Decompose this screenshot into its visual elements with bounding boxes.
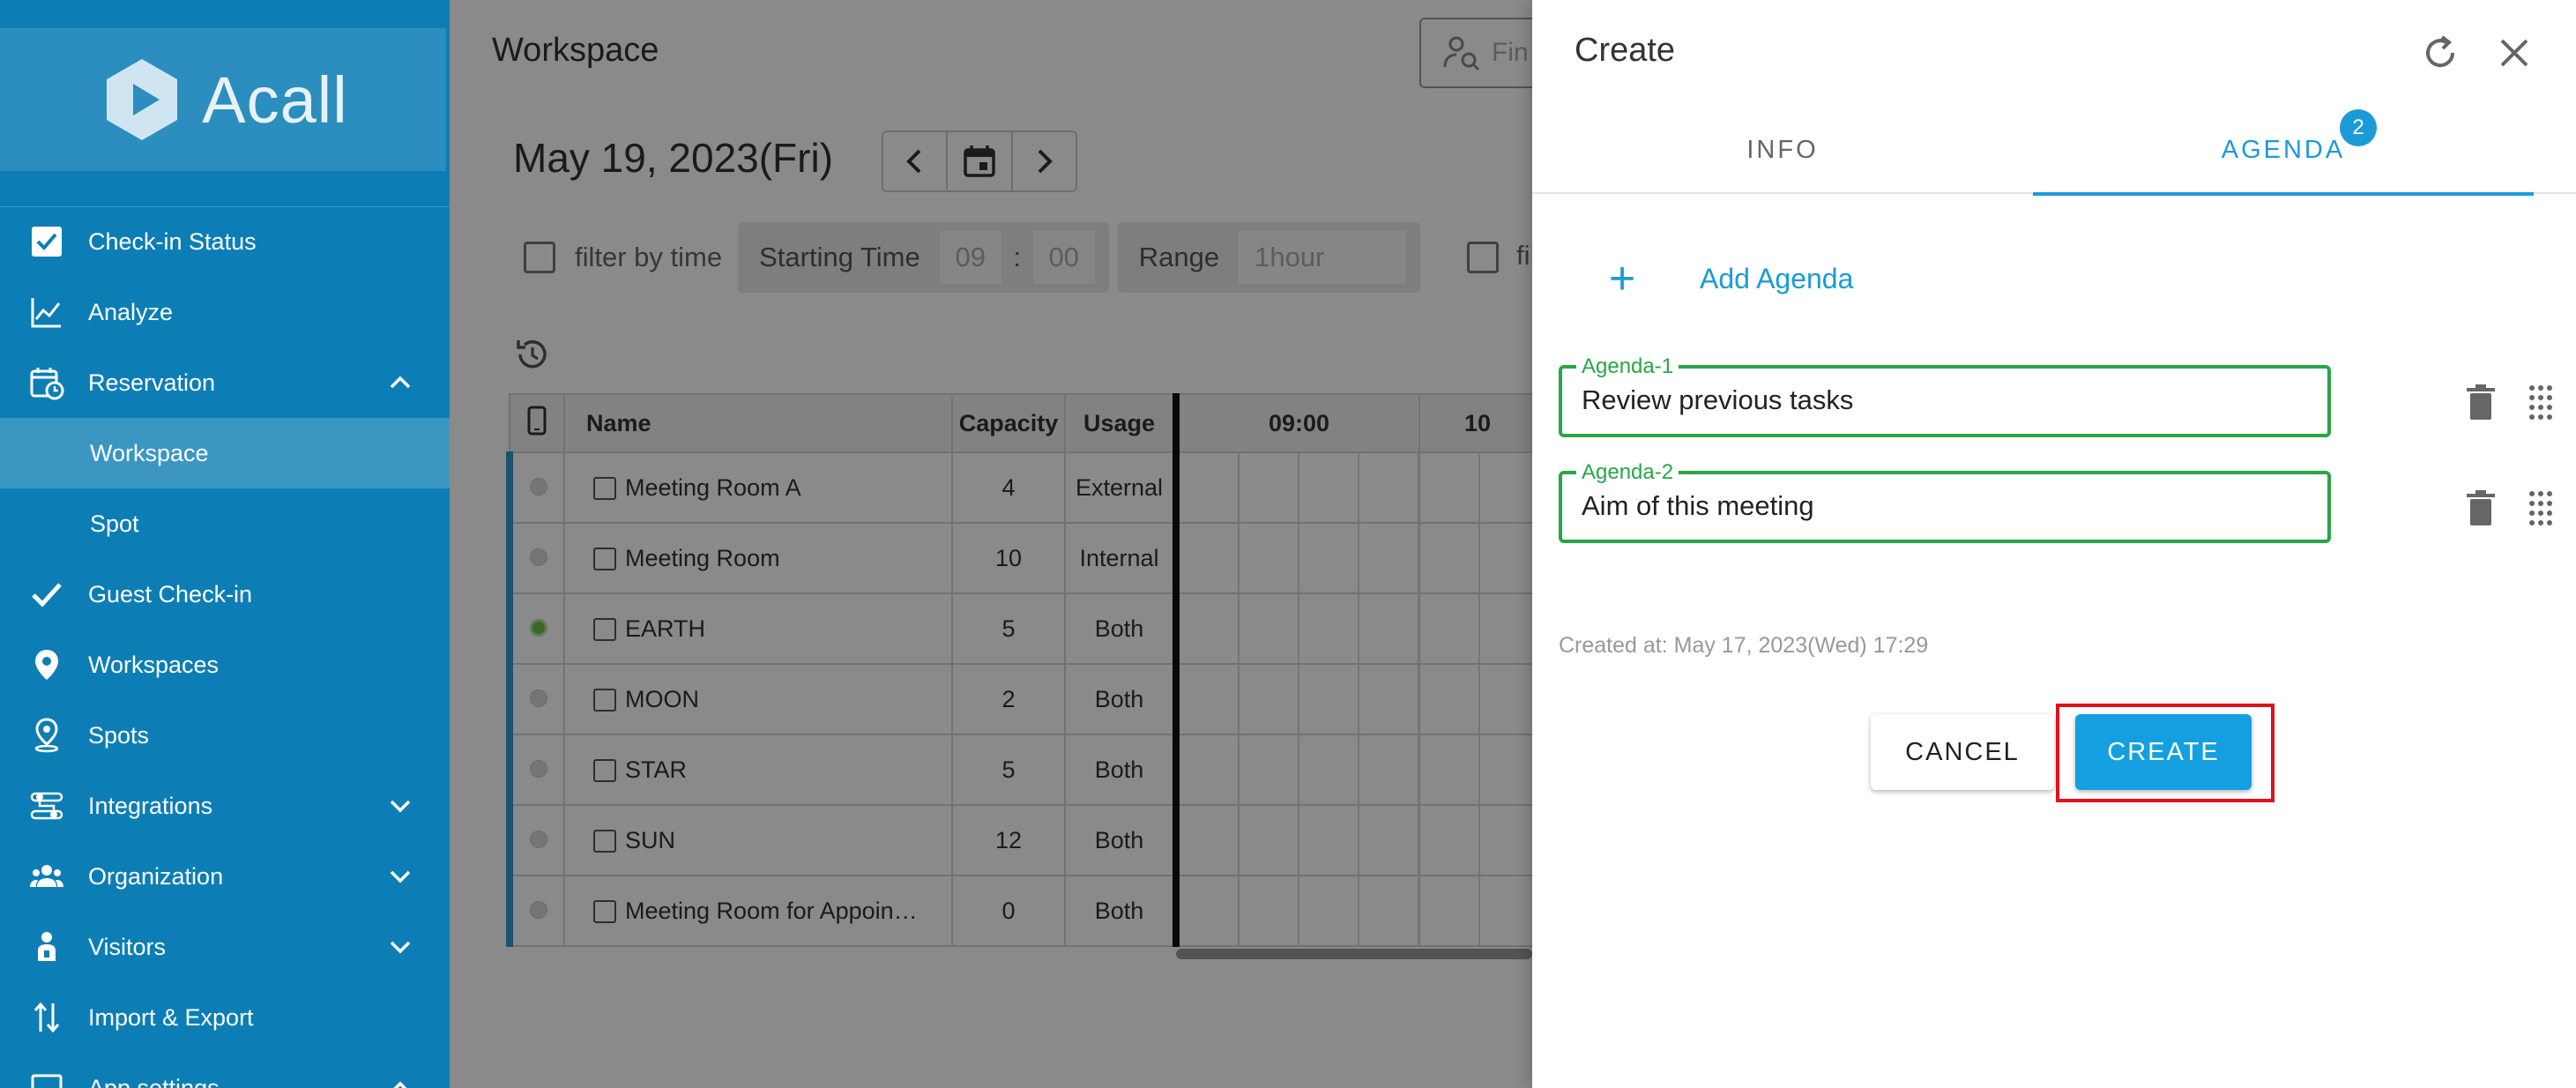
sidebar-nav: Check-in Status Analyze Reservation Work…: [0, 206, 450, 1088]
chevron-down-icon[interactable]: [386, 933, 414, 961]
sidebar-item-workspace[interactable]: Workspace: [0, 418, 450, 488]
tab-label: AGENDA: [2221, 135, 2346, 164]
group-icon: [28, 858, 65, 895]
sidebar-item-import-export[interactable]: Import & Export: [0, 982, 450, 1053]
sidebar-item-label: Organization: [88, 862, 224, 890]
sidebar-item-workspaces[interactable]: Workspaces: [0, 630, 450, 700]
sidebar-item-spots[interactable]: Spots: [0, 700, 450, 771]
sidebar-item-label: Spots: [88, 721, 150, 749]
person-pin-icon: [28, 717, 65, 754]
sidebar-item-label: Spot: [90, 510, 139, 537]
agenda-field-label: Agenda-1: [1576, 354, 1679, 379]
sidebar-item-label: Workspace: [90, 439, 209, 466]
tab-agenda[interactable]: AGENDA 2: [2033, 106, 2534, 196]
sidebar-item-app-settings[interactable]: App settings: [0, 1053, 450, 1088]
agenda-count-badge: 2: [2340, 109, 2377, 146]
modal-backdrop[interactable]: [450, 0, 1532, 1088]
agenda-field-1[interactable]: Agenda-1 Review previous tasks: [1559, 354, 2331, 437]
sidebar-item-label: Import & Export: [88, 1003, 254, 1031]
sidebar-item-reservation[interactable]: Reservation: [0, 347, 450, 418]
cancel-button[interactable]: CANCEL: [1871, 714, 2054, 790]
add-agenda-button[interactable]: + Add Agenda: [1603, 245, 1854, 312]
create-drawer: Create INFO AGENDA 2 + Add Agenda Agenda…: [1532, 0, 2576, 1088]
acall-logo-icon: [107, 59, 178, 140]
calendar-clock-icon: [28, 364, 65, 401]
import-export-icon: [28, 999, 65, 1036]
trash-icon[interactable]: [2463, 488, 2498, 527]
agenda-field-value[interactable]: Aim of this meeting: [1582, 490, 1814, 522]
agenda-field-value[interactable]: Review previous tasks: [1582, 384, 1853, 416]
sidebar-item-check-in-status[interactable]: Check-in Status: [0, 206, 450, 277]
chevron-up-icon[interactable]: [386, 1074, 414, 1088]
tabs-spacer: [2534, 106, 2576, 192]
agenda-field-2[interactable]: Agenda-2 Aim of this meeting: [1559, 460, 2331, 543]
create-button-highlight: [2056, 704, 2274, 802]
drag-handle-icon[interactable]: [2527, 488, 2555, 527]
trash-icon[interactable]: [2463, 383, 2498, 421]
sidebar-item-label: Workspaces: [88, 651, 220, 678]
integrations-icon: [28, 787, 65, 824]
add-agenda-label: Add Agenda: [1700, 262, 1854, 294]
chevron-down-icon[interactable]: [386, 792, 414, 820]
sidebar-item-organization[interactable]: Organization: [0, 841, 450, 912]
check-icon: [28, 576, 65, 613]
drawer-title: Create: [1575, 32, 1676, 69]
settings-icon: [28, 1069, 65, 1088]
sidebar-item-label: Visitors: [88, 933, 167, 960]
checkbox-icon: [28, 223, 65, 260]
drag-handle-icon[interactable]: [2527, 383, 2555, 421]
tab-info[interactable]: INFO: [1532, 106, 2033, 194]
sidebar-item-label: Check-in Status: [88, 227, 257, 255]
sidebar-item-label: Integrations: [88, 792, 213, 819]
close-icon[interactable]: [2493, 32, 2535, 74]
sidebar-item-label: Reservation: [88, 369, 216, 396]
created-at-text: Created at: May 17, 2023(Wed) 17:29: [1559, 633, 1929, 658]
sidebar-item-analyze[interactable]: Analyze: [0, 277, 450, 347]
reset-icon[interactable]: [2419, 32, 2461, 74]
sidebar-item-label: Guest Check-in: [88, 580, 253, 607]
chevron-down-icon[interactable]: [386, 862, 414, 891]
location-pin-icon: [28, 646, 65, 683]
agenda-field-label: Agenda-2: [1576, 460, 1679, 485]
sidebar: Acall Check-in Status Analyze Reservatio…: [0, 0, 450, 1088]
sidebar-item-integrations[interactable]: Integrations: [0, 771, 450, 841]
drawer-tabs: INFO AGENDA 2: [1532, 106, 2576, 196]
app-logo[interactable]: Acall: [0, 28, 446, 171]
tab-label: INFO: [1746, 135, 1819, 164]
sidebar-item-guest-check-in[interactable]: Guest Check-in: [0, 559, 450, 630]
visitor-icon: [28, 928, 65, 965]
plus-icon: +: [1608, 253, 1636, 304]
sidebar-item-label: App settings: [88, 1074, 220, 1088]
sidebar-item-visitors[interactable]: Visitors: [0, 912, 450, 982]
sidebar-item-spot[interactable]: Spot: [0, 488, 450, 559]
chart-line-icon: [28, 294, 65, 331]
sidebar-item-label: Analyze: [88, 298, 174, 325]
logo-text: Acall: [202, 63, 348, 137]
chevron-up-icon[interactable]: [386, 369, 414, 397]
